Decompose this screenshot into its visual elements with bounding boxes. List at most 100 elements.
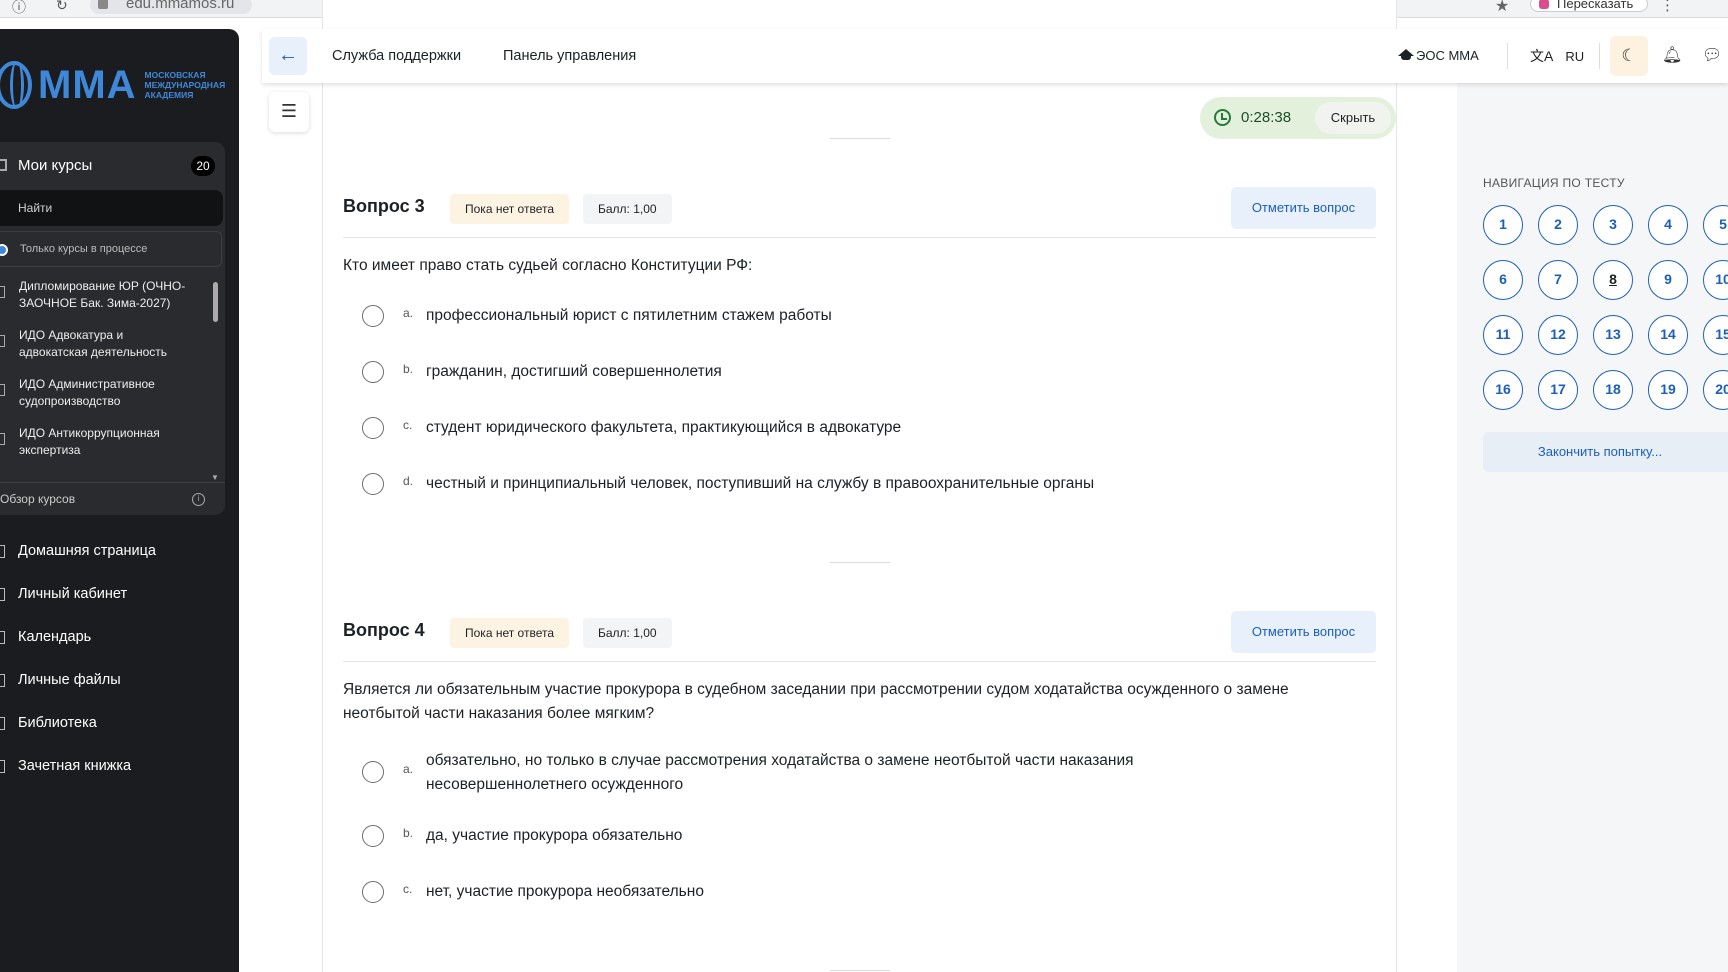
more-icon[interactable]: ⋮ bbox=[1660, 0, 1675, 14]
messages-icon[interactable]: 💬︎ bbox=[1702, 29, 1722, 83]
course-name: ИДО Антикоррупционная экспертиза bbox=[19, 426, 160, 457]
course-search-input[interactable]: Найти bbox=[0, 190, 223, 226]
support-link[interactable]: Служба поддержки bbox=[332, 29, 461, 83]
course-item[interactable]: ИДО Антикоррупционная экспертиза bbox=[0, 419, 225, 468]
nav-calendar[interactable]: Календарь bbox=[0, 616, 239, 659]
quiz-nav-button[interactable]: 12 bbox=[1538, 315, 1578, 355]
quiz-nav-button[interactable]: 9 bbox=[1648, 260, 1688, 300]
answer-radio[interactable] bbox=[362, 761, 384, 783]
divider bbox=[1599, 43, 1600, 69]
option-letter: c. bbox=[403, 418, 413, 432]
answer-radio[interactable] bbox=[362, 473, 384, 495]
option-letter: b. bbox=[403, 826, 414, 840]
nav-files[interactable]: Личные файлы bbox=[0, 659, 239, 702]
course-index-toggle[interactable]: ☰ bbox=[269, 92, 309, 132]
option-text[interactable]: да, участие прокурора обязательно bbox=[426, 824, 1246, 848]
course-name: Дипломирование ЮР (ОЧНО-ЗАОЧНОЕ Бак. Зим… bbox=[19, 279, 186, 310]
course-item[interactable]: ИДО Адвокатура и адвокатская деятельност… bbox=[0, 321, 225, 370]
graduation-cap-icon-base bbox=[1401, 55, 1411, 60]
nav-label: Календарь bbox=[18, 629, 92, 645]
question-separator bbox=[830, 970, 890, 971]
quiz-nav-button[interactable]: 13 bbox=[1593, 315, 1633, 355]
courses-count-badge: 20 bbox=[191, 156, 215, 176]
nav-home[interactable]: Домашняя страница bbox=[0, 530, 239, 573]
logo[interactable]: ММА Московская международная академия bbox=[0, 57, 235, 113]
main-nav: Домашняя страница Личный кабинет Календа… bbox=[0, 530, 239, 788]
nav-library[interactable]: Библиотека bbox=[0, 702, 239, 745]
question-score-badge: Балл: 1,00 bbox=[583, 618, 672, 648]
quiz-nav-button[interactable]: 7 bbox=[1538, 260, 1578, 300]
course-item[interactable]: Дипломирование ЮР (ОЧНО-ЗАОЧНОЕ Бак. Зим… bbox=[0, 272, 225, 321]
course-icon bbox=[0, 335, 5, 347]
option-text[interactable]: профессиональный юрист с пятилетним стаж… bbox=[426, 304, 1246, 328]
quiz-nav-button[interactable]: 16 bbox=[1483, 370, 1523, 410]
nav-label: Личный кабинет bbox=[18, 586, 128, 602]
quiz-nav-button[interactable]: 6 bbox=[1483, 260, 1523, 300]
back-arrow-button[interactable]: ← bbox=[269, 37, 307, 75]
nav-label: Библиотека bbox=[18, 715, 97, 731]
sidebar: ММА Московская международная академия Мо… bbox=[0, 29, 239, 972]
my-courses-header[interactable]: Мои курсы 20 bbox=[0, 142, 225, 188]
bookmark-icon[interactable]: ★ bbox=[1495, 0, 1509, 16]
menu-lines-icon: ☰ bbox=[280, 101, 298, 121]
quiz-nav-button[interactable]: 11 bbox=[1483, 315, 1523, 355]
quiz-nav-title: НАВИГАЦИЯ ПО ТЕСТУ bbox=[1483, 176, 1625, 190]
quiz-nav-button[interactable]: 1 bbox=[1483, 205, 1523, 245]
option-text[interactable]: нет, участие прокурора необязательно bbox=[426, 880, 1246, 904]
notifications-bell-icon[interactable]: 🔔︎ bbox=[1662, 29, 1682, 83]
hide-timer-button[interactable]: Скрыть bbox=[1315, 102, 1391, 134]
user-icon bbox=[0, 588, 5, 601]
course-icon bbox=[0, 433, 5, 445]
option-letter: d. bbox=[403, 474, 414, 488]
finish-attempt-button[interactable]: Закончить попытку... bbox=[1483, 432, 1728, 472]
answer-radio[interactable] bbox=[362, 825, 384, 847]
info-icon[interactable]: i bbox=[192, 493, 205, 506]
question-header: Вопрос 3 Пока нет ответа Балл: 1,00 Отме… bbox=[343, 186, 1376, 238]
scroll-down-icon[interactable]: ▼ bbox=[211, 473, 219, 482]
quiz-nav-button[interactable]: 2 bbox=[1538, 205, 1578, 245]
quiz-nav-button[interactable]: 14 bbox=[1648, 315, 1688, 355]
question-title: Вопрос 3 bbox=[343, 196, 425, 216]
option-text[interactable]: гражданин, достигший совершеннолетия bbox=[426, 360, 1246, 384]
answer-radio[interactable] bbox=[362, 417, 384, 439]
course-name: ИДО Адвокатура и адвокатская деятельност… bbox=[19, 328, 168, 359]
nav-label: Домашняя страница bbox=[18, 543, 156, 559]
divider bbox=[1507, 43, 1508, 69]
quiz-nav-button[interactable]: 18 bbox=[1593, 370, 1633, 410]
quiz-nav-button[interactable]: 17 bbox=[1538, 370, 1578, 410]
option-text[interactable]: честный и принципиальный человек, поступ… bbox=[426, 472, 1246, 496]
language-code: RU bbox=[1565, 49, 1585, 64]
course-list[interactable]: Дипломирование ЮР (ОЧНО-ЗАОЧНОЕ Бак. Зим… bbox=[0, 272, 225, 475]
language-menu[interactable]: 文A RU bbox=[1530, 29, 1584, 83]
retell-button[interactable]: Пересказать bbox=[1530, 0, 1649, 12]
quiz-nav-button[interactable]: 19 bbox=[1648, 370, 1688, 410]
timer-value: 0:28:38 bbox=[1241, 109, 1292, 126]
flag-question-button[interactable]: Отметить вопрос bbox=[1231, 187, 1376, 229]
answer-radio[interactable] bbox=[362, 361, 384, 383]
quiz-nav-button[interactable]: 8 bbox=[1593, 260, 1633, 300]
option-letter: a. bbox=[403, 762, 414, 776]
course-list-scrollbar[interactable] bbox=[213, 282, 218, 322]
answer-radio[interactable] bbox=[362, 305, 384, 327]
quiz-nav-button[interactable]: 3 bbox=[1593, 205, 1633, 245]
eos-link[interactable]: ЭОС ММА bbox=[1396, 29, 1479, 83]
option-text[interactable]: обязательно, но только в случае рассмотр… bbox=[426, 749, 1246, 797]
answer-radio[interactable] bbox=[362, 881, 384, 903]
flag-question-button[interactable]: Отметить вопрос bbox=[1231, 611, 1376, 653]
in-progress-filter[interactable]: Только курсы в процессе bbox=[0, 231, 222, 267]
quiz-nav-button[interactable]: 4 bbox=[1648, 205, 1688, 245]
course-name: ИДО Административное судопроизводство bbox=[19, 377, 155, 408]
nav-profile[interactable]: Личный кабинет bbox=[0, 573, 239, 616]
retell-icon bbox=[1539, 0, 1549, 9]
course-item[interactable]: ИДО Административное судопроизводство bbox=[0, 370, 225, 419]
dark-mode-toggle[interactable]: ☾ bbox=[1610, 36, 1648, 76]
home-icon bbox=[0, 545, 5, 558]
course-icon bbox=[0, 384, 5, 396]
moon-icon: ☾ bbox=[1621, 46, 1637, 65]
courses-overview-link[interactable]: Обзор курсов i bbox=[0, 482, 225, 515]
nav-label: Зачетная книжка bbox=[18, 758, 132, 774]
nav-gradebook[interactable]: Зачетная книжка bbox=[0, 745, 239, 788]
dashboard-link[interactable]: Панель управления bbox=[503, 29, 636, 83]
filter-toggle-icon[interactable] bbox=[0, 244, 8, 256]
option-text[interactable]: студент юридического факультета, практик… bbox=[426, 416, 1246, 440]
